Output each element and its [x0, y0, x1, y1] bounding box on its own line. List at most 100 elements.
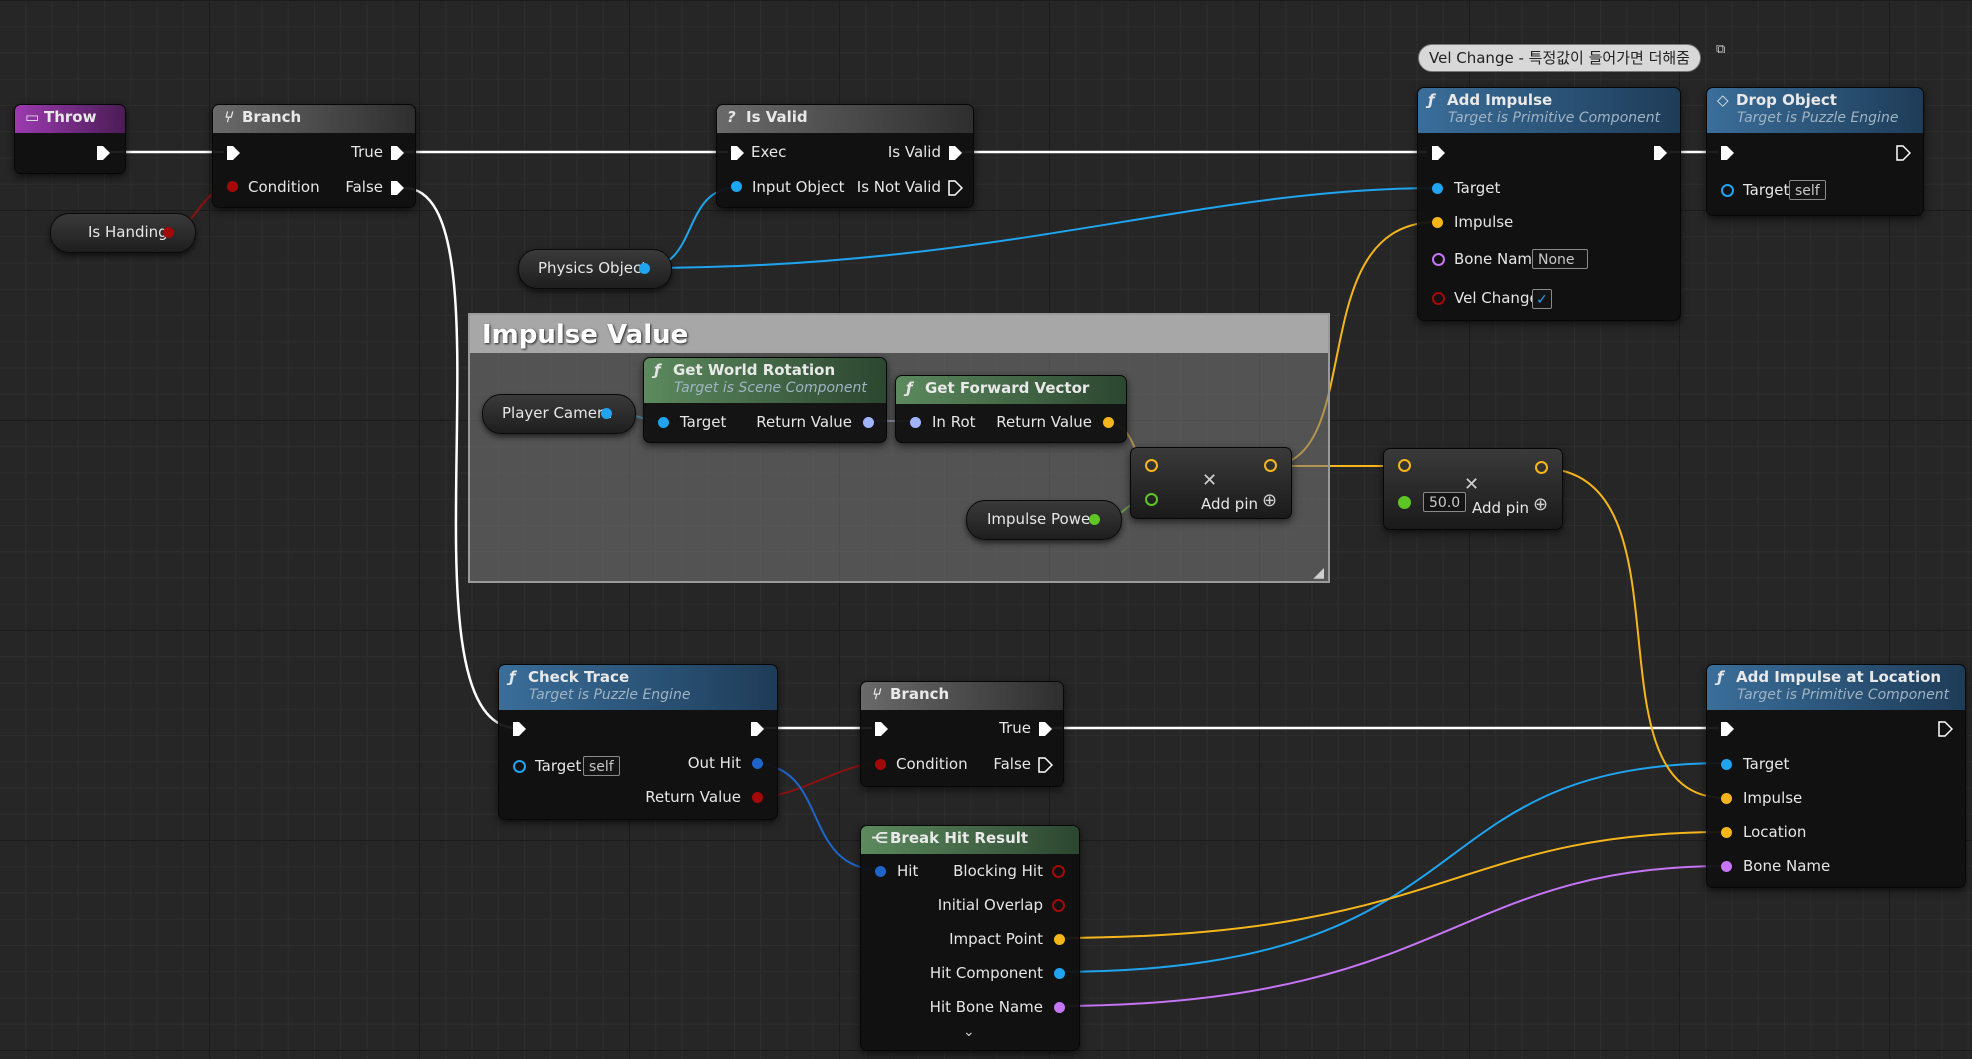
false-exec-pin[interactable] [1037, 757, 1053, 773]
hit-component-pin[interactable] [1054, 968, 1065, 979]
bool-output-pin[interactable] [752, 792, 763, 803]
vector-output-pin[interactable] [1535, 461, 1548, 474]
break-struct-icon: ⋲ [871, 829, 889, 847]
impulse-power-variable-node[interactable]: Impulse Power [966, 500, 1122, 540]
exec-output-pin[interactable] [1652, 145, 1668, 161]
hit-bone-name-pin[interactable] [1054, 1002, 1065, 1013]
add-impulse-node[interactable]: ƒ Add Impulse Target is Primitive Compone… [1417, 87, 1681, 321]
location-input-pin[interactable] [1721, 827, 1732, 838]
target-input-pin[interactable] [1721, 184, 1734, 197]
impact-point-pin[interactable] [1054, 934, 1065, 945]
exec-input-pin[interactable] [1719, 721, 1735, 737]
is-valid-node[interactable]: ? Is Valid Exec Is Valid Input Object Is … [716, 104, 974, 208]
multiply-node-2[interactable]: 50.0 ✕ Add pin ⊕ [1383, 448, 1563, 530]
add-pin-icon[interactable]: ⊕ [1533, 494, 1548, 515]
node-comment-bubble[interactable]: Vel Change - 특정값이 들어가면 더해줌 [1418, 44, 1701, 72]
float-input-pin-b[interactable] [1398, 496, 1411, 509]
vector-input-pin-a[interactable] [1398, 459, 1411, 472]
add-pin-label[interactable]: Add pin [1472, 499, 1529, 517]
true-exec-pin[interactable] [389, 145, 405, 161]
impulse-input-pin[interactable] [1432, 217, 1443, 228]
object-output-pin[interactable] [639, 263, 650, 274]
function-icon: ƒ [1717, 668, 1724, 686]
vel-change-checkbox[interactable]: ✓ [1532, 289, 1552, 309]
exec-input-pin[interactable] [873, 721, 889, 737]
variable-label: Is Handing [88, 223, 168, 241]
rotator-output-pin[interactable] [863, 417, 874, 428]
add-pin-icon[interactable]: ⊕ [1262, 490, 1277, 511]
function-icon: ƒ [1428, 91, 1435, 109]
variable-label: Physics Object [538, 259, 648, 277]
target-self-field[interactable]: self [1789, 180, 1826, 200]
exec-input-pin[interactable] [511, 721, 527, 737]
multiply-node[interactable]: ✕ Add pin ⊕ [1130, 447, 1292, 519]
bone-name-input-pin[interactable] [1432, 253, 1445, 266]
exec-output-pin[interactable] [1937, 721, 1953, 737]
check-trace-node[interactable]: ƒ Check Trace Target is Puzzle Engine Tar… [498, 664, 778, 820]
blueprint-graph[interactable]: Impulse Value ◢ Vel Change - 특정값이 들어가면 더… [0, 0, 1972, 1059]
exec-input-pin[interactable] [225, 145, 241, 161]
exec-output-pin[interactable] [1895, 145, 1911, 161]
true-exec-pin[interactable] [1037, 721, 1053, 737]
blocking-hit-pin[interactable] [1052, 865, 1065, 878]
player-camera-variable-node[interactable]: Player Camera [482, 394, 636, 434]
return-value-label: Return Value [756, 413, 852, 431]
float-input-pin-b[interactable] [1145, 493, 1158, 506]
out-hit-pin[interactable] [752, 758, 763, 769]
is-handing-variable-node[interactable]: Is Handing [50, 213, 196, 253]
float-output-pin[interactable] [1089, 514, 1100, 525]
bone-name-field[interactable]: None [1532, 249, 1588, 269]
physics-object-variable-node[interactable]: Physics Object [518, 249, 672, 289]
break-hit-result-node[interactable]: ⋲ Break Hit Result Hit Blocking Hit Initi… [860, 825, 1080, 1051]
false-exec-pin[interactable] [389, 180, 405, 196]
exec-input-pin[interactable] [1719, 145, 1735, 161]
exec-input-pin[interactable] [1430, 145, 1446, 161]
target-self-field[interactable]: self [583, 756, 620, 776]
target-label: Target [1743, 755, 1790, 773]
target-input-pin[interactable] [1432, 183, 1443, 194]
exec-output-pin[interactable] [749, 721, 765, 737]
input-object-pin[interactable] [731, 181, 742, 192]
pin-comment-icon[interactable]: ⧉ [1716, 42, 1725, 57]
impulse-input-pin[interactable] [1721, 793, 1732, 804]
function-icon: ƒ [906, 379, 913, 397]
bool-output-pin[interactable] [163, 227, 174, 238]
vector-output-pin[interactable] [1264, 459, 1277, 472]
node-subtitle: Target is Primitive Component [1737, 687, 1950, 703]
macro-icon: ◇ [1717, 91, 1729, 109]
add-pin-label[interactable]: Add pin [1201, 495, 1258, 513]
target-input-pin[interactable] [1721, 759, 1732, 770]
resize-handle-icon[interactable]: ◢ [1313, 565, 1324, 581]
false-label: False [345, 178, 383, 196]
hit-input-pin[interactable] [875, 866, 886, 877]
chevron-down-icon[interactable]: ⌄ [963, 1024, 975, 1040]
input-object-label: Input Object [752, 178, 845, 196]
get-forward-vector-node[interactable]: ƒ Get Forward Vector In Rot Return Value [895, 375, 1127, 443]
exec-output-pin[interactable] [95, 145, 111, 161]
add-impulse-at-location-node[interactable]: ƒ Add Impulse at Location Target is Primi… [1706, 664, 1966, 888]
condition-input-pin[interactable] [227, 181, 238, 192]
target-input-pin[interactable] [513, 760, 526, 773]
is-valid-exec-pin[interactable] [947, 145, 963, 161]
vel-change-input-pin[interactable] [1432, 292, 1445, 305]
condition-input-pin[interactable] [875, 759, 886, 770]
in-rot-input-pin[interactable] [910, 417, 921, 428]
branch-node-2[interactable]: ⑂ Branch True Condition False [860, 681, 1064, 787]
target-input-pin[interactable] [658, 417, 669, 428]
initial-overlap-pin[interactable] [1052, 899, 1065, 912]
throw-event-node[interactable]: ▭ Throw [14, 104, 126, 174]
get-world-rotation-node[interactable]: ƒ Get World Rotation Target is Scene Comp… [643, 357, 887, 443]
exec-input-pin[interactable] [729, 145, 745, 161]
vector-wire [1538, 467, 1726, 799]
is-not-valid-exec-pin[interactable] [947, 180, 963, 196]
multiplier-value-field[interactable]: 50.0 [1423, 492, 1467, 512]
vel-change-label: Vel Change [1454, 289, 1539, 307]
object-output-pin[interactable] [601, 408, 612, 419]
bone-name-input-pin[interactable] [1721, 861, 1732, 872]
node-title: Check Trace [528, 668, 630, 686]
branch-node[interactable]: ⑂ Branch True Condition False [212, 104, 416, 208]
drop-object-node[interactable]: ◇ Drop Object Target is Puzzle Engine Tar… [1706, 87, 1924, 216]
vector-input-pin-a[interactable] [1145, 459, 1158, 472]
hit-bone-name-label: Hit Bone Name [929, 998, 1043, 1016]
vector-output-pin[interactable] [1103, 417, 1114, 428]
